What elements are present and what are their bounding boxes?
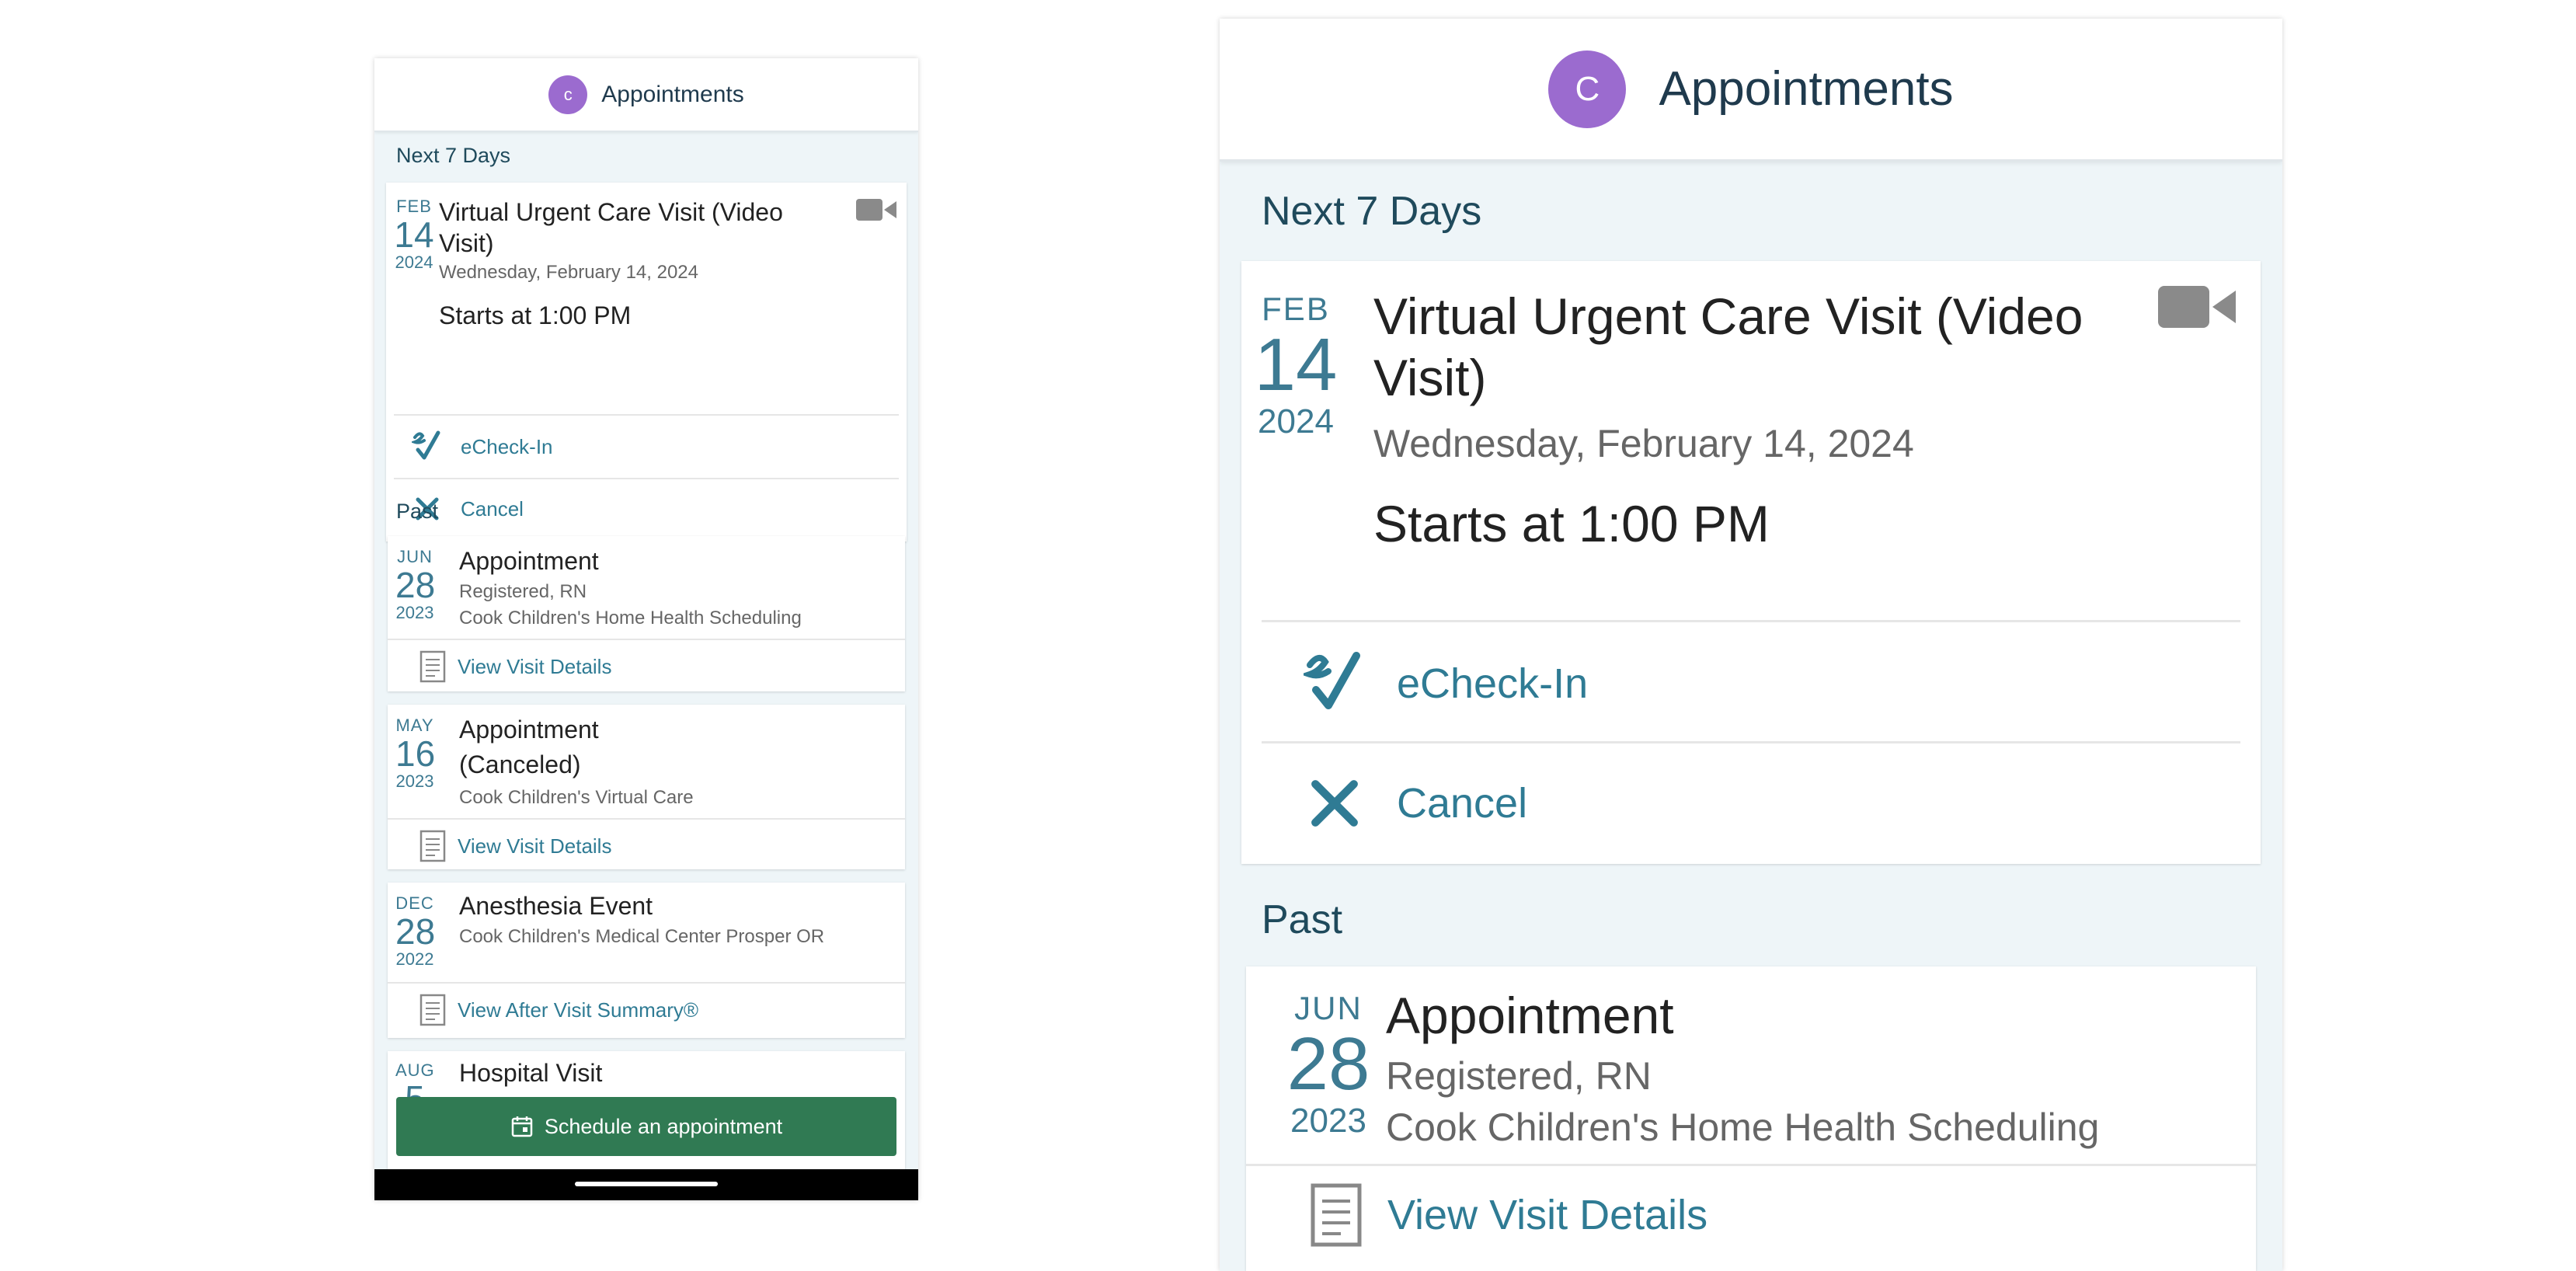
calendar-icon xyxy=(511,1116,533,1137)
date-block: JUN 28 2023 xyxy=(1285,990,1372,1140)
divider xyxy=(388,982,905,984)
section-past: Past xyxy=(1262,897,1343,942)
app-header: C Appointments xyxy=(1220,19,2282,162)
schedule-appointment-label: Schedule an appointment xyxy=(544,1114,783,1138)
upcoming-appointment-card[interactable]: FEB 14 2024 Virtual Urgent Care Visit (V… xyxy=(1241,261,2261,864)
past-appointment-card[interactable]: DEC 28 2022 Anesthesia Event Cook Childr… xyxy=(388,883,905,1038)
date-block: FEB 14 2024 xyxy=(1251,291,1341,441)
divider xyxy=(388,639,905,640)
provider-text: Registered, RN xyxy=(459,581,587,602)
echeckin-label: eCheck-In xyxy=(461,434,553,458)
view-visit-details-link[interactable]: View Visit Details xyxy=(419,824,611,868)
divider xyxy=(394,414,899,416)
video-camera-icon xyxy=(2158,284,2236,333)
date-year: 2023 xyxy=(395,603,434,622)
echeckin-action[interactable]: eCheck-In xyxy=(1296,646,1588,721)
divider xyxy=(1262,620,2240,622)
cancel-action[interactable]: Cancel xyxy=(1296,766,1527,841)
date-day: 28 xyxy=(395,565,436,605)
view-visit-details-link[interactable]: View Visit Details xyxy=(419,645,611,688)
appointment-title-line-2: (Canceled) xyxy=(459,750,581,778)
divider xyxy=(388,818,905,820)
echeckin-label: eCheck-In xyxy=(1397,660,1589,707)
date-year: 2022 xyxy=(395,949,434,969)
document-icon xyxy=(1308,1182,1364,1248)
schedule-appointment-button[interactable]: Schedule an appointment xyxy=(396,1097,896,1156)
appointment-title[interactable]: Appointment (Canceled) xyxy=(459,712,599,782)
divider xyxy=(1262,741,2240,743)
page-title: Appointments xyxy=(1659,62,1954,116)
divider xyxy=(394,478,899,479)
document-icon xyxy=(419,650,447,683)
past-appointment-card[interactable]: JUN 28 2023 Appointment Registered, RN C… xyxy=(388,536,905,691)
view-visit-details-link[interactable]: View Visit Details xyxy=(1308,1176,1707,1254)
cancel-label: Cancel xyxy=(461,496,524,521)
appointment-title[interactable]: Virtual Urgent Care Visit (Video Visit) xyxy=(1373,286,2150,409)
past-appointment-card[interactable]: JUN 28 2023 Appointment Registered, RN C… xyxy=(1246,966,2256,1271)
department-text: Cook Children's Virtual Care xyxy=(459,787,694,808)
avatar[interactable]: C xyxy=(1548,50,1627,128)
department-text: Cook Children's Home Health Scheduling xyxy=(459,608,802,629)
date-block: FEB 14 2024 xyxy=(394,197,434,273)
start-time: Starts at 1:00 PM xyxy=(439,301,632,329)
date-year: 2023 xyxy=(395,771,434,791)
date-year: 2023 xyxy=(1290,1102,1366,1140)
department-text: Cook Children's Medical Center Prosper O… xyxy=(459,926,825,947)
provider-text: Registered, RN xyxy=(1386,1054,1652,1098)
appointment-title-line-1: Appointment xyxy=(459,716,599,743)
date-block: DEC 28 2022 xyxy=(395,893,436,970)
echeckin-icon xyxy=(1296,649,1373,718)
appointment-title[interactable]: Appointment xyxy=(1386,985,1674,1046)
section-past: Past xyxy=(396,500,439,523)
document-icon xyxy=(419,830,447,862)
phone-screen: c Appointments Next 7 Days FEB 14 2024 V… xyxy=(374,58,918,1200)
appointment-title[interactable]: Anesthesia Event xyxy=(459,890,653,921)
date-block: JUN 28 2023 xyxy=(395,547,436,623)
appointment-title-line-1: Virtual Urgent Care Visit (Video xyxy=(439,198,783,226)
cancel-label: Cancel xyxy=(1397,780,1528,827)
appointment-date-text: Wednesday, February 14, 2024 xyxy=(1373,422,1914,465)
appointment-title-line-2: Visit) xyxy=(1373,349,1487,407)
zoomed-view: C Appointments Next 7 Days FEB 14 2024 V… xyxy=(1220,19,2282,1271)
document-icon xyxy=(419,994,447,1026)
section-next-7-days: Next 7 Days xyxy=(396,144,511,167)
system-nav-bar xyxy=(374,1169,918,1200)
date-month: FEB xyxy=(1262,291,1330,327)
date-month: JUN xyxy=(1294,990,1363,1026)
date-day: 28 xyxy=(1286,1022,1370,1106)
date-day: 14 xyxy=(394,214,434,255)
echeckin-action[interactable]: eCheck-In xyxy=(409,428,553,465)
view-after-visit-summary-label: View After Visit Summary® xyxy=(458,998,699,1022)
echeckin-icon xyxy=(409,430,445,464)
appointment-title-line-2: Visit) xyxy=(439,229,494,257)
home-gesture-handle[interactable] xyxy=(575,1182,718,1186)
appointment-title[interactable]: Appointment xyxy=(459,545,599,576)
department-text: Cook Children's Home Health Scheduling xyxy=(1386,1106,2100,1149)
appointment-title-line-1: Virtual Urgent Care Visit (Video xyxy=(1373,287,2083,345)
view-visit-details-label: View Visit Details xyxy=(458,654,612,678)
date-year: 2024 xyxy=(1258,402,1334,440)
date-block: MAY 16 2023 xyxy=(395,716,436,792)
view-visit-details-label: View Visit Details xyxy=(1387,1192,1708,1238)
video-camera-icon xyxy=(856,198,896,225)
view-after-visit-summary-link[interactable]: View After Visit Summary® xyxy=(419,988,698,1032)
divider xyxy=(1246,1164,2256,1166)
past-appointment-card[interactable]: MAY 16 2023 Appointment (Canceled) Cook … xyxy=(388,705,905,869)
date-day: 16 xyxy=(395,733,436,774)
appointment-title[interactable]: Virtual Urgent Care Visit (Video Visit) xyxy=(439,197,835,259)
page-title: Appointments xyxy=(601,81,744,107)
avatar[interactable]: c xyxy=(548,75,588,114)
view-visit-details-label: View Visit Details xyxy=(458,834,612,858)
section-next-7-days: Next 7 Days xyxy=(1262,189,1482,234)
upcoming-appointment-card[interactable]: FEB 14 2024 Virtual Urgent Care Visit (V… xyxy=(386,183,907,541)
appointment-title[interactable]: Hospital Visit xyxy=(459,1057,602,1088)
date-day: 14 xyxy=(1254,323,1338,406)
close-icon xyxy=(1296,778,1373,829)
date-day: 28 xyxy=(395,911,436,952)
start-time: Starts at 1:00 PM xyxy=(1373,495,1770,552)
appointment-date-text: Wednesday, February 14, 2024 xyxy=(439,262,698,283)
app-header: c Appointments xyxy=(374,58,918,132)
date-year: 2024 xyxy=(395,252,433,272)
